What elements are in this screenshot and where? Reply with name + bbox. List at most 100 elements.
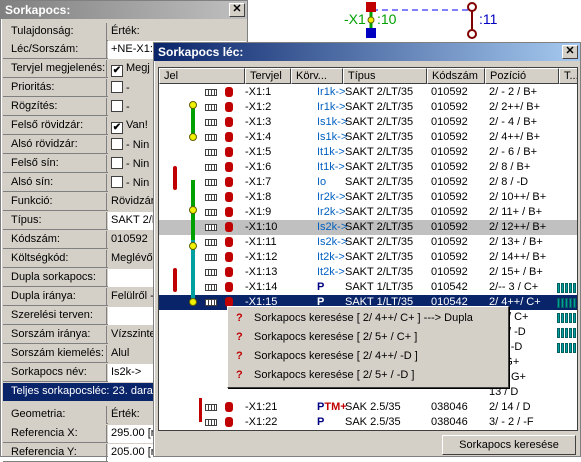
property-label: Referencia X: — [3, 425, 107, 443]
tervjel-cell: -X1:5 — [245, 146, 272, 158]
connector-icon — [225, 162, 233, 172]
menu-item-search-terminal[interactable]: ? Sorkapocs keresése [ 2/ 4++/ C+ ] ---> … — [230, 309, 506, 328]
tervjel-cell: -X1:12 — [245, 251, 278, 263]
status-bars — [557, 283, 577, 293]
table-row[interactable]: -X1:11 Is2k-> SAKT 2/LT/35 010592 2/ 13+ / B… — [159, 235, 577, 250]
kodszam-cell: 010592 — [431, 116, 468, 128]
menu-item-search-terminal[interactable]: ? Sorkapocs keresése [ 2/ 5+ / -D ] — [230, 366, 506, 385]
property-label: Sorszám kiemelés: — [3, 345, 107, 363]
tervjel-cell: -X1:1 — [245, 86, 272, 98]
col-header-pozicio[interactable]: Pozíció — [485, 68, 559, 84]
jel-cell — [159, 325, 237, 340]
jel-cell — [159, 220, 237, 235]
table-row[interactable]: -X1:2 Ir1k-> SAKT 2/LT/35 010592 2/ 2++/ B+ — [159, 100, 577, 115]
kodszam-cell: 010592 — [431, 266, 468, 278]
table-row[interactable]: -X1:8 Ir2k-> SAKT 2/LT/35 010592 2/ 10++/ B+ — [159, 190, 577, 205]
checkbox[interactable] — [111, 157, 123, 169]
kodszam-cell: 010592 — [431, 86, 468, 98]
menu-item-search-terminal[interactable]: ? Sorkapocs keresése [ 2/ 4++/ -D ] — [230, 347, 506, 366]
menu-item-search-terminal[interactable]: ? Sorkapocs keresése [ 2/ 5+ / C+ ] — [230, 328, 506, 347]
col-header-kodszam[interactable]: Kódszám — [427, 68, 485, 84]
properties-titlebar[interactable]: Sorkapocs: ✕ — [1, 1, 247, 19]
table-row[interactable]: -X1:7 Io SAKT 2/LT/35 010592 2/ 8 / -D — [159, 175, 577, 190]
question-icon: ? — [236, 369, 243, 381]
pozicio-cell: 2/ - 4 / B+ — [489, 116, 537, 128]
pozicio-cell: 3/ - 2 / -F — [489, 416, 534, 428]
kodszam-cell: 010592 — [431, 251, 468, 263]
checkbox[interactable] — [111, 176, 123, 188]
property-label: Sorkapocs név: — [3, 364, 107, 382]
properties-header: Tulajdonság: Érték: — [3, 23, 246, 41]
tervjel-cell: -X1:11 — [245, 236, 277, 248]
scene-left-label: -X1 — [344, 11, 366, 27]
property-label: Típus: — [3, 212, 107, 230]
tervjel-cell: -X1:7 — [245, 176, 272, 188]
checkbox[interactable]: ✔ — [111, 65, 123, 77]
checkbox[interactable]: ✔ — [111, 122, 123, 134]
table-row[interactable]: -X1:14 P SAKT 1/LT/35 010542 2/-- 3 / C+ — [159, 280, 577, 295]
connector-icon — [225, 252, 233, 262]
dialog-titlebar[interactable]: Sorkapocs léc: ✕ — [154, 43, 580, 61]
terminal-icon — [205, 89, 217, 96]
table-row[interactable]: -X1:6 It1k-> SAKT 2/LT/35 010592 2/ 8 / B+ — [159, 160, 577, 175]
tervjel-cell: -X1:14 — [245, 281, 278, 293]
connector-icon — [225, 222, 233, 232]
jel-cell — [159, 175, 237, 190]
tervjel-cell: -X1:10 — [245, 221, 278, 233]
jel-cell — [159, 430, 237, 431]
table-row[interactable]: -X1:13 It2k-> SAKT 2/LT/35 010592 2/ 15+ / B… — [159, 265, 577, 280]
tipus-cell: SAKT 2/LT/35 — [345, 146, 414, 158]
dialog-title: Sorkapocs léc: — [158, 45, 244, 59]
col-header-jel[interactable]: Jel — [159, 68, 245, 84]
search-terminal-button[interactable]: Sorkapocs keresése — [442, 435, 576, 455]
property-label: Alsó rövidzár: — [3, 136, 107, 154]
connector-icon — [225, 207, 233, 217]
col-header-korv[interactable]: Körv... — [291, 68, 343, 84]
property-label: Dupla iránya: — [3, 288, 107, 306]
table-row[interactable]: -X1:22 P SAK 2.5/35 038046 3/ - 2 / -F — [159, 415, 577, 430]
scene-right-label: :11 — [479, 11, 498, 27]
table-row[interactable]: -X1:10 Is2k-> SAKT 2/LT/35 010592 2/ 12++/ B… — [159, 220, 577, 235]
jel-cell — [159, 235, 237, 250]
property-label: Léc/Sorszám: — [3, 41, 107, 59]
col-header-t[interactable]: T... — [559, 68, 577, 84]
checkbox[interactable] — [111, 81, 123, 93]
pozicio-cell: 2/ 14++/ B+ — [489, 251, 547, 263]
korv-cell: P — [317, 430, 373, 431]
terminal-icon — [205, 119, 217, 126]
connector-icon — [225, 417, 233, 427]
terminal-icon — [205, 104, 217, 111]
question-icon: ? — [236, 331, 243, 343]
jel-cell — [159, 295, 237, 310]
col-header-tervjel[interactable]: Tervjel — [245, 68, 291, 84]
tipus-cell: SAKT 2/LT/35 — [345, 176, 414, 188]
table-row[interactable]: -X1:3 Is1k-> SAKT 2/LT/35 010592 2/ - 4 / B+ — [159, 115, 577, 130]
close-icon[interactable]: ✕ — [229, 3, 245, 17]
property-label: Sorszám iránya: — [3, 326, 107, 344]
checkbox[interactable] — [111, 138, 123, 150]
table-row[interactable]: -X1:23 PSAK 2.5/350380463/ 2++/ -F — [159, 430, 578, 431]
checkbox[interactable] — [111, 100, 123, 112]
junction-dot — [189, 133, 197, 141]
terminal-icon — [205, 404, 217, 411]
tipus-cell: SAKT 1/LT/35 — [345, 281, 414, 293]
table-row[interactable]: -X1:9 Ir2k-> SAKT 2/LT/35 010592 2/ 11+ / B+ — [159, 205, 577, 220]
connector-icon — [225, 237, 233, 247]
table-row[interactable]: -X1:21 PTM+ SAK 2.5/35 038046 2/ 14 / D — [159, 400, 577, 415]
pozicio-cell: 2/ 10++/ B+ — [489, 191, 547, 203]
jel-cell — [159, 205, 237, 220]
table-row[interactable]: -X1:1 Ir1k-> SAKT 2/LT/35 010592 2/ - 2 / B+ — [159, 85, 577, 100]
pozicio-cell: 2/ 4++/ B+ — [489, 131, 541, 143]
close-icon[interactable]: ✕ — [562, 45, 578, 59]
table-row[interactable]: -X1:12 It2k-> SAKT 2/LT/35 010592 2/ 14++/ B… — [159, 250, 577, 265]
property-label: Kódszám: — [3, 231, 107, 249]
terminal-icon — [205, 254, 217, 261]
jel-cell — [159, 355, 237, 370]
table-row[interactable]: -X1:4 Is1k-> SAKT 2/LT/35 010592 2/ 4++/ B+ — [159, 130, 577, 145]
jel-cell — [159, 190, 237, 205]
terminal-icon — [205, 269, 217, 276]
pozicio-cell: 2/ 13+ / B+ — [489, 236, 543, 248]
table-row[interactable]: -X1:5 It1k-> SAKT 2/LT/35 010592 2/ - 6 / B+ — [159, 145, 577, 160]
property-label: Felső rövidzár: — [3, 117, 107, 135]
col-header-tipus[interactable]: Típus — [343, 68, 427, 84]
